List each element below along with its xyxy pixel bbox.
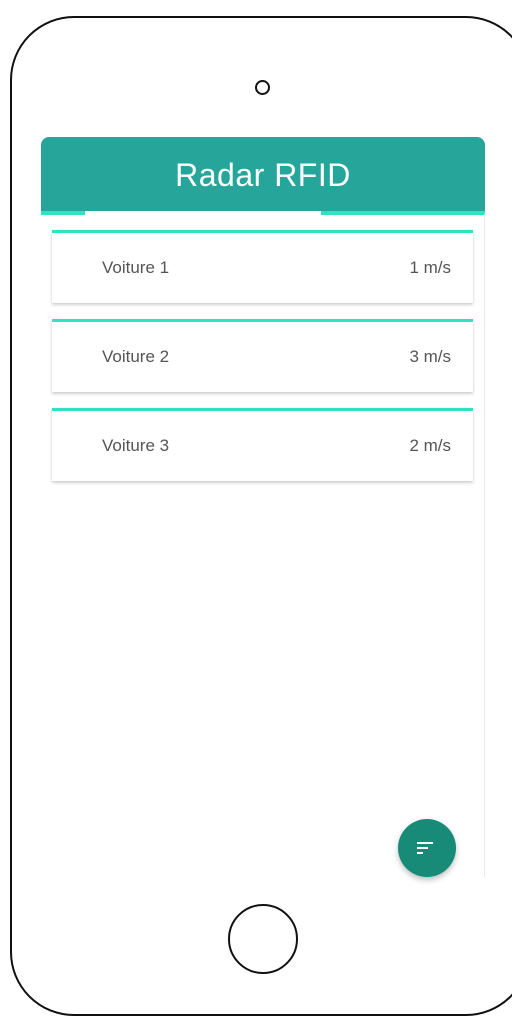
vehicle-list: Voiture 1 1 m/s Voiture 2 3 m/s Voiture … (52, 230, 473, 497)
vehicle-card-1[interactable]: Voiture 1 1 m/s (52, 230, 473, 303)
tab-indicator-right (321, 211, 485, 215)
vehicle-name: Voiture 2 (102, 347, 170, 366)
filter-list-icon (417, 840, 437, 856)
app-title: Radar RFID (175, 157, 351, 193)
vehicle-card-2[interactable]: Voiture 2 3 m/s (52, 319, 473, 392)
vehicle-speed: 2 m/s (409, 436, 451, 455)
tab-active-gap (85, 211, 321, 215)
app-bar: Radar RFID (41, 137, 485, 215)
tab-indicator-left (41, 211, 85, 215)
vehicle-name: Voiture 3 (102, 436, 170, 455)
vehicle-name: Voiture 1 (102, 258, 170, 277)
home-button[interactable] (228, 904, 298, 974)
vehicle-speed: 3 m/s (409, 347, 451, 366)
filter-button[interactable] (398, 819, 456, 877)
camera-icon (255, 80, 270, 95)
vehicle-speed: 1 m/s (409, 258, 451, 277)
app-screen: Radar RFID Voiture 1 1 m/s Voiture 2 3 m… (41, 137, 485, 877)
vehicle-card-3[interactable]: Voiture 3 2 m/s (52, 408, 473, 481)
screen-edge-divider (484, 214, 485, 877)
